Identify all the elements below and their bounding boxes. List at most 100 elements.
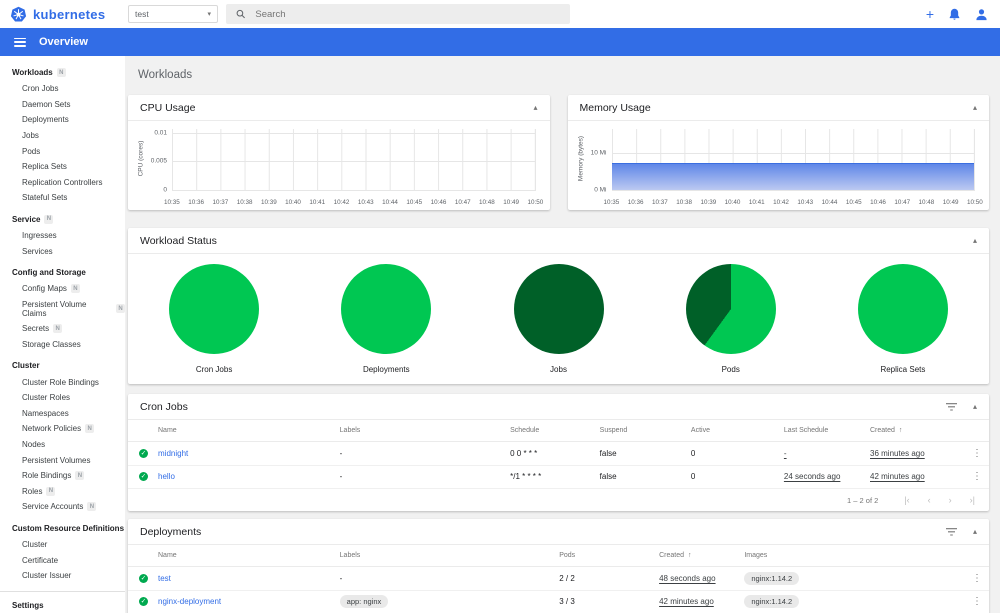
sidebar-item[interactable]: Replica Sets — [0, 159, 125, 175]
last-page-icon[interactable]: ›| — [970, 495, 975, 505]
relative-time[interactable]: 36 minutes ago — [870, 449, 925, 458]
table-row: ✓ hello - */1 * * * * false 0 24 seconds ago 42… — [128, 466, 989, 489]
memory-chart: Memory (bytes) 0 Mi 10 Mi 10:35 10:36 10:37… — [568, 121, 990, 209]
kubernetes-logo[interactable]: kubernetes — [10, 6, 120, 23]
sidebar-item[interactable]: Secrets N — [0, 321, 125, 337]
cell-suspend: false — [599, 472, 617, 482]
collapse-caret-icon[interactable]: ▴ — [973, 528, 977, 536]
pie-chart[interactable] — [513, 264, 604, 354]
column-header-pods[interactable]: Pods — [559, 552, 659, 559]
sidebar-section-header[interactable]: Custom Resource Definitions — [0, 520, 125, 537]
filter-list-icon[interactable] — [945, 403, 957, 411]
more-vertical-icon[interactable]: ⋮ — [972, 471, 982, 482]
sidebar-section-label: Custom Resource Definitions — [12, 523, 125, 533]
collapse-caret-icon[interactable]: ▴ — [973, 237, 977, 245]
column-header-last-schedule[interactable]: Last Schedule — [784, 427, 870, 434]
x-tick-label: 10:46 — [430, 199, 447, 206]
sidebar-item[interactable]: Nodes — [0, 437, 125, 453]
more-vertical-icon[interactable]: ⋮ — [972, 596, 982, 607]
relative-time[interactable]: 42 minutes ago — [659, 597, 714, 606]
column-header-labels[interactable]: Labels — [340, 552, 560, 559]
column-header-name[interactable]: Name — [158, 552, 340, 559]
collapse-caret-icon[interactable]: ▴ — [973, 104, 977, 112]
pie-chart[interactable] — [169, 264, 260, 354]
pie-chart[interactable] — [685, 264, 776, 354]
sidebar-item[interactable]: Service Accounts N — [0, 499, 125, 515]
sidebar-item[interactable]: Cron Jobs — [0, 81, 125, 97]
column-header-images[interactable]: Images — [744, 552, 965, 559]
sidebar-section-header[interactable]: Workloads N — [0, 64, 125, 81]
column-header-suspend[interactable]: Suspend — [600, 427, 691, 434]
cell-labels: app: nginx — [339, 595, 560, 609]
sidebar-section-header[interactable]: Service N — [0, 211, 125, 228]
pie-chart[interactable] — [341, 264, 432, 354]
x-tick-label: 10:41 — [748, 199, 765, 206]
resource-name-link[interactable]: nginx-deployment — [158, 597, 221, 606]
sidebar-item[interactable]: Services — [0, 243, 125, 259]
relative-time[interactable]: 42 minutes ago — [870, 472, 925, 481]
resource-name-link[interactable]: test — [158, 574, 171, 583]
sidebar-item[interactable]: Storage Classes — [0, 337, 125, 353]
column-header-created[interactable]: Created ↑ — [659, 552, 744, 559]
more-vertical-icon[interactable]: ⋮ — [972, 448, 982, 459]
column-header-created[interactable]: Created ↑ — [870, 427, 965, 434]
sidebar-item[interactable]: Roles N — [0, 483, 125, 499]
filter-list-icon[interactable] — [945, 528, 957, 536]
previous-page-icon[interactable]: ‹ — [928, 495, 931, 505]
column-header-active[interactable]: Active — [691, 427, 784, 434]
status-cell: ✓ — [128, 597, 158, 607]
gridline-horizontal — [172, 132, 535, 134]
resource-name-link[interactable]: hello — [158, 472, 175, 481]
sidebar-item-label: Daemon Sets — [22, 99, 71, 109]
menu-hamburger-icon[interactable] — [14, 37, 26, 47]
sidebar-item[interactable]: Stateful Sets — [0, 190, 125, 206]
sidebar-section-header[interactable]: Config and Storage — [0, 264, 125, 281]
cell-images: nginx:1.14.2 — [744, 595, 965, 609]
sidebar-item[interactable]: Network Policies N — [0, 421, 125, 437]
sidebar-item[interactable]: Replication Controllers — [0, 175, 125, 191]
collapse-caret-icon[interactable]: ▴ — [533, 104, 537, 112]
sidebar-item[interactable]: Role Bindings N — [0, 468, 125, 484]
pie-chart[interactable] — [857, 264, 948, 354]
sidebar-item[interactable]: Namespaces — [0, 406, 125, 422]
relative-time[interactable]: 24 seconds ago — [784, 472, 841, 481]
sidebar-item[interactable]: Ingresses — [0, 228, 125, 244]
sidebar-item[interactable]: Persistent Volume Claims N — [0, 297, 125, 322]
sidebar-item[interactable]: Cluster Issuer — [0, 568, 125, 584]
relative-time[interactable]: - — [784, 449, 787, 458]
sidebar-item[interactable]: Persistent Volumes — [0, 452, 125, 468]
sidebar-item[interactable]: Cluster Role Bindings — [0, 374, 125, 390]
sidebar-item[interactable]: Deployments — [0, 112, 125, 128]
create-resource-plus-icon[interactable]: + — [926, 7, 934, 21]
sidebar-section-header[interactable]: Cluster — [0, 357, 125, 374]
status-cell: ✓ — [128, 573, 158, 583]
sidebar-item[interactable]: Daemon Sets — [0, 97, 125, 113]
status-cell: ✓ — [128, 472, 158, 482]
sidebar-item-settings[interactable]: Settings — [0, 597, 125, 613]
sidebar-section-label: Cluster — [12, 361, 40, 371]
sidebar-item[interactable]: Config Maps N — [0, 281, 125, 297]
first-page-icon[interactable]: |‹ — [904, 495, 909, 505]
more-vertical-icon[interactable]: ⋮ — [972, 573, 982, 584]
search-bar[interactable] — [226, 4, 570, 24]
column-header-name[interactable]: Name — [158, 427, 340, 434]
collapse-caret-icon[interactable]: ▴ — [973, 403, 977, 411]
next-page-icon[interactable]: › — [949, 495, 952, 505]
search-input[interactable] — [255, 8, 560, 20]
sidebar-item[interactable]: Cluster — [0, 537, 125, 553]
sidebar-item[interactable]: Cluster Roles — [0, 390, 125, 406]
namespace-selector[interactable]: test ▾ — [128, 5, 218, 23]
pie-label: Jobs — [550, 365, 567, 374]
resource-name-link[interactable]: midnight — [158, 449, 188, 458]
notifications-bell-icon[interactable] — [949, 8, 960, 20]
sidebar-item[interactable]: Certificate — [0, 552, 125, 568]
cell-name: hello — [158, 472, 340, 481]
kubernetes-helm-icon — [10, 6, 27, 22]
relative-time[interactable]: 48 seconds ago — [659, 574, 716, 583]
user-account-icon[interactable] — [975, 8, 988, 21]
sidebar-item[interactable]: Jobs — [0, 128, 125, 144]
column-header-labels[interactable]: Labels — [340, 427, 510, 434]
sidebar-item[interactable]: Pods — [0, 143, 125, 159]
x-tick-label: 10:40 — [724, 199, 741, 206]
column-header-schedule[interactable]: Schedule — [510, 427, 600, 434]
